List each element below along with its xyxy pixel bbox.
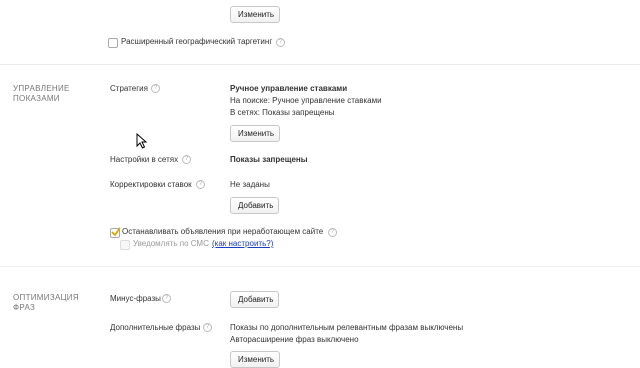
question-hint-icon[interactable]: ? bbox=[162, 294, 171, 303]
section-title-line: фраз bbox=[13, 303, 36, 312]
stop-ads-checkbox[interactable] bbox=[110, 227, 121, 238]
question-hint-icon[interactable]: ? bbox=[196, 180, 205, 189]
strategy-value: Ручное управление ставками bbox=[230, 84, 348, 93]
strategy-search-text: На поиске: Ручное управление ставками bbox=[230, 96, 382, 105]
strategy-networks-text: В сетях: Показы запрещены bbox=[230, 108, 335, 117]
minus-phrases-label: Минус-фразы bbox=[110, 294, 161, 303]
section-divider bbox=[0, 64, 640, 65]
section-title-line: показами bbox=[13, 94, 60, 103]
question-hint-icon[interactable]: ? bbox=[203, 323, 212, 332]
sms-notify-label: Уведомлять по СМС bbox=[133, 239, 209, 248]
bid-adjustments-label: Корректировки ставок bbox=[110, 180, 192, 189]
section-title-impressions: Управление показами bbox=[13, 84, 70, 104]
question-hint-icon[interactable]: ? bbox=[276, 38, 285, 47]
question-hint-icon[interactable]: ? bbox=[328, 228, 337, 237]
section-title-optimization: Оптимизация фраз bbox=[13, 293, 79, 313]
sms-notify-checkbox[interactable] bbox=[120, 240, 130, 250]
extended-geo-label: Расширенный географический таргетинг bbox=[121, 37, 273, 46]
extra-phrases-line1: Показы по дополнительным релевантным фра… bbox=[230, 323, 464, 332]
network-settings-value: Показы запрещены bbox=[230, 155, 308, 164]
bid-adjustments-add-button[interactable]: Добавить bbox=[230, 197, 279, 214]
question-hint-icon[interactable]: ? bbox=[182, 155, 191, 164]
network-settings-label: Настройки в сетях bbox=[110, 155, 179, 164]
section-divider bbox=[0, 266, 640, 267]
section-title-line: Управление bbox=[13, 84, 70, 93]
extra-phrases-label: Дополнительные фразы bbox=[110, 323, 201, 332]
mouse-pointer-icon bbox=[136, 133, 148, 149]
minus-phrases-add-button[interactable]: Добавить bbox=[230, 291, 279, 308]
section-title-line: Оптимизация bbox=[13, 293, 79, 302]
question-hint-icon[interactable]: ? bbox=[151, 84, 160, 93]
strategy-label: Стратегия bbox=[110, 84, 148, 93]
sms-setup-link[interactable]: (как настроить?) bbox=[212, 239, 273, 248]
extra-phrases-line2: Авторасширение фраз выключено bbox=[230, 335, 359, 344]
extended-geo-checkbox[interactable] bbox=[108, 38, 118, 48]
check-icon bbox=[111, 227, 121, 237]
stop-ads-label: Останавливать объявления при неработающе… bbox=[122, 227, 324, 236]
geo-change-button[interactable]: Изменить bbox=[230, 6, 280, 23]
strategy-change-button[interactable]: Изменить bbox=[230, 125, 280, 142]
bid-adjustments-value: Не заданы bbox=[230, 180, 270, 189]
